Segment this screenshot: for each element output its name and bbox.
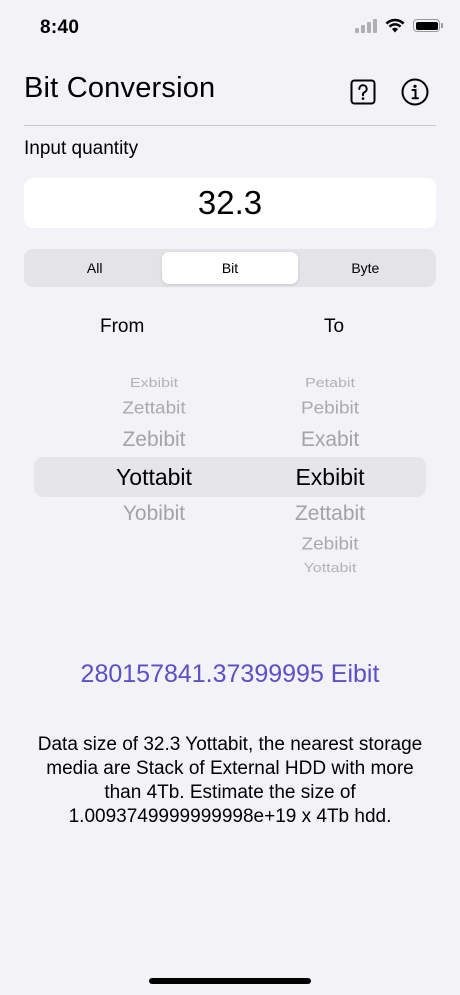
battery-icon (413, 19, 443, 32)
to-wheel-item[interactable]: Pebibit (240, 399, 420, 419)
unit-type-segmented-control: All Bit Byte (24, 249, 436, 287)
from-wheel-item[interactable]: Zebibit (64, 428, 244, 452)
to-wheel-item[interactable]: Zebibit (240, 535, 420, 555)
from-unit-wheel[interactable]: Exbibit Zettabit Zebibit Yottabit Yobibi… (64, 362, 244, 584)
from-wheel-selected-item[interactable]: Yottabit (64, 464, 244, 491)
status-bar: 8:40 (0, 0, 460, 56)
from-wheel-item[interactable]: Exbibit (64, 377, 244, 391)
unit-picker: Exbibit Zettabit Zebibit Yottabit Yobibi… (34, 362, 426, 584)
to-unit-wheel[interactable]: Petabit Pebibit Exabit Exbibit Zettabit … (240, 362, 420, 584)
input-quantity-label: Input quantity (24, 138, 139, 159)
from-wheel-item[interactable]: Zettabit (64, 399, 244, 419)
to-wheel-item[interactable]: Exabit (240, 428, 420, 452)
to-label: To (324, 316, 345, 337)
to-wheel-selected-item[interactable]: Exbibit (240, 464, 420, 491)
cellular-signal-icon (355, 18, 377, 33)
header: Bit Conversion (24, 70, 436, 126)
help-button[interactable] (348, 77, 378, 107)
status-time: 8:40 (40, 17, 80, 38)
storage-description: Data size of 32.3 Yottabit, the nearest … (37, 734, 423, 827)
quantity-input-box[interactable] (24, 178, 436, 228)
wifi-icon (385, 18, 405, 33)
quantity-input[interactable] (24, 184, 436, 222)
info-circle-icon (401, 78, 429, 106)
to-wheel-item[interactable]: Zettabit (240, 502, 420, 526)
to-wheel-item[interactable]: Yottabit (240, 562, 420, 576)
page-title: Bit Conversion (24, 72, 216, 104)
from-wheel-item[interactable]: Yobibit (64, 502, 244, 526)
home-indicator[interactable] (149, 978, 311, 984)
status-icons (355, 18, 443, 33)
info-button[interactable] (400, 77, 430, 107)
conversion-result: 280157841.37399995 Eibit (80, 660, 380, 688)
segment-all[interactable]: All (27, 252, 162, 284)
segment-bit[interactable]: Bit (162, 252, 298, 284)
from-label: From (100, 316, 145, 337)
question-square-icon (350, 79, 376, 105)
to-wheel-item[interactable]: Petabit (240, 377, 420, 391)
segment-byte[interactable]: Byte (298, 252, 433, 284)
